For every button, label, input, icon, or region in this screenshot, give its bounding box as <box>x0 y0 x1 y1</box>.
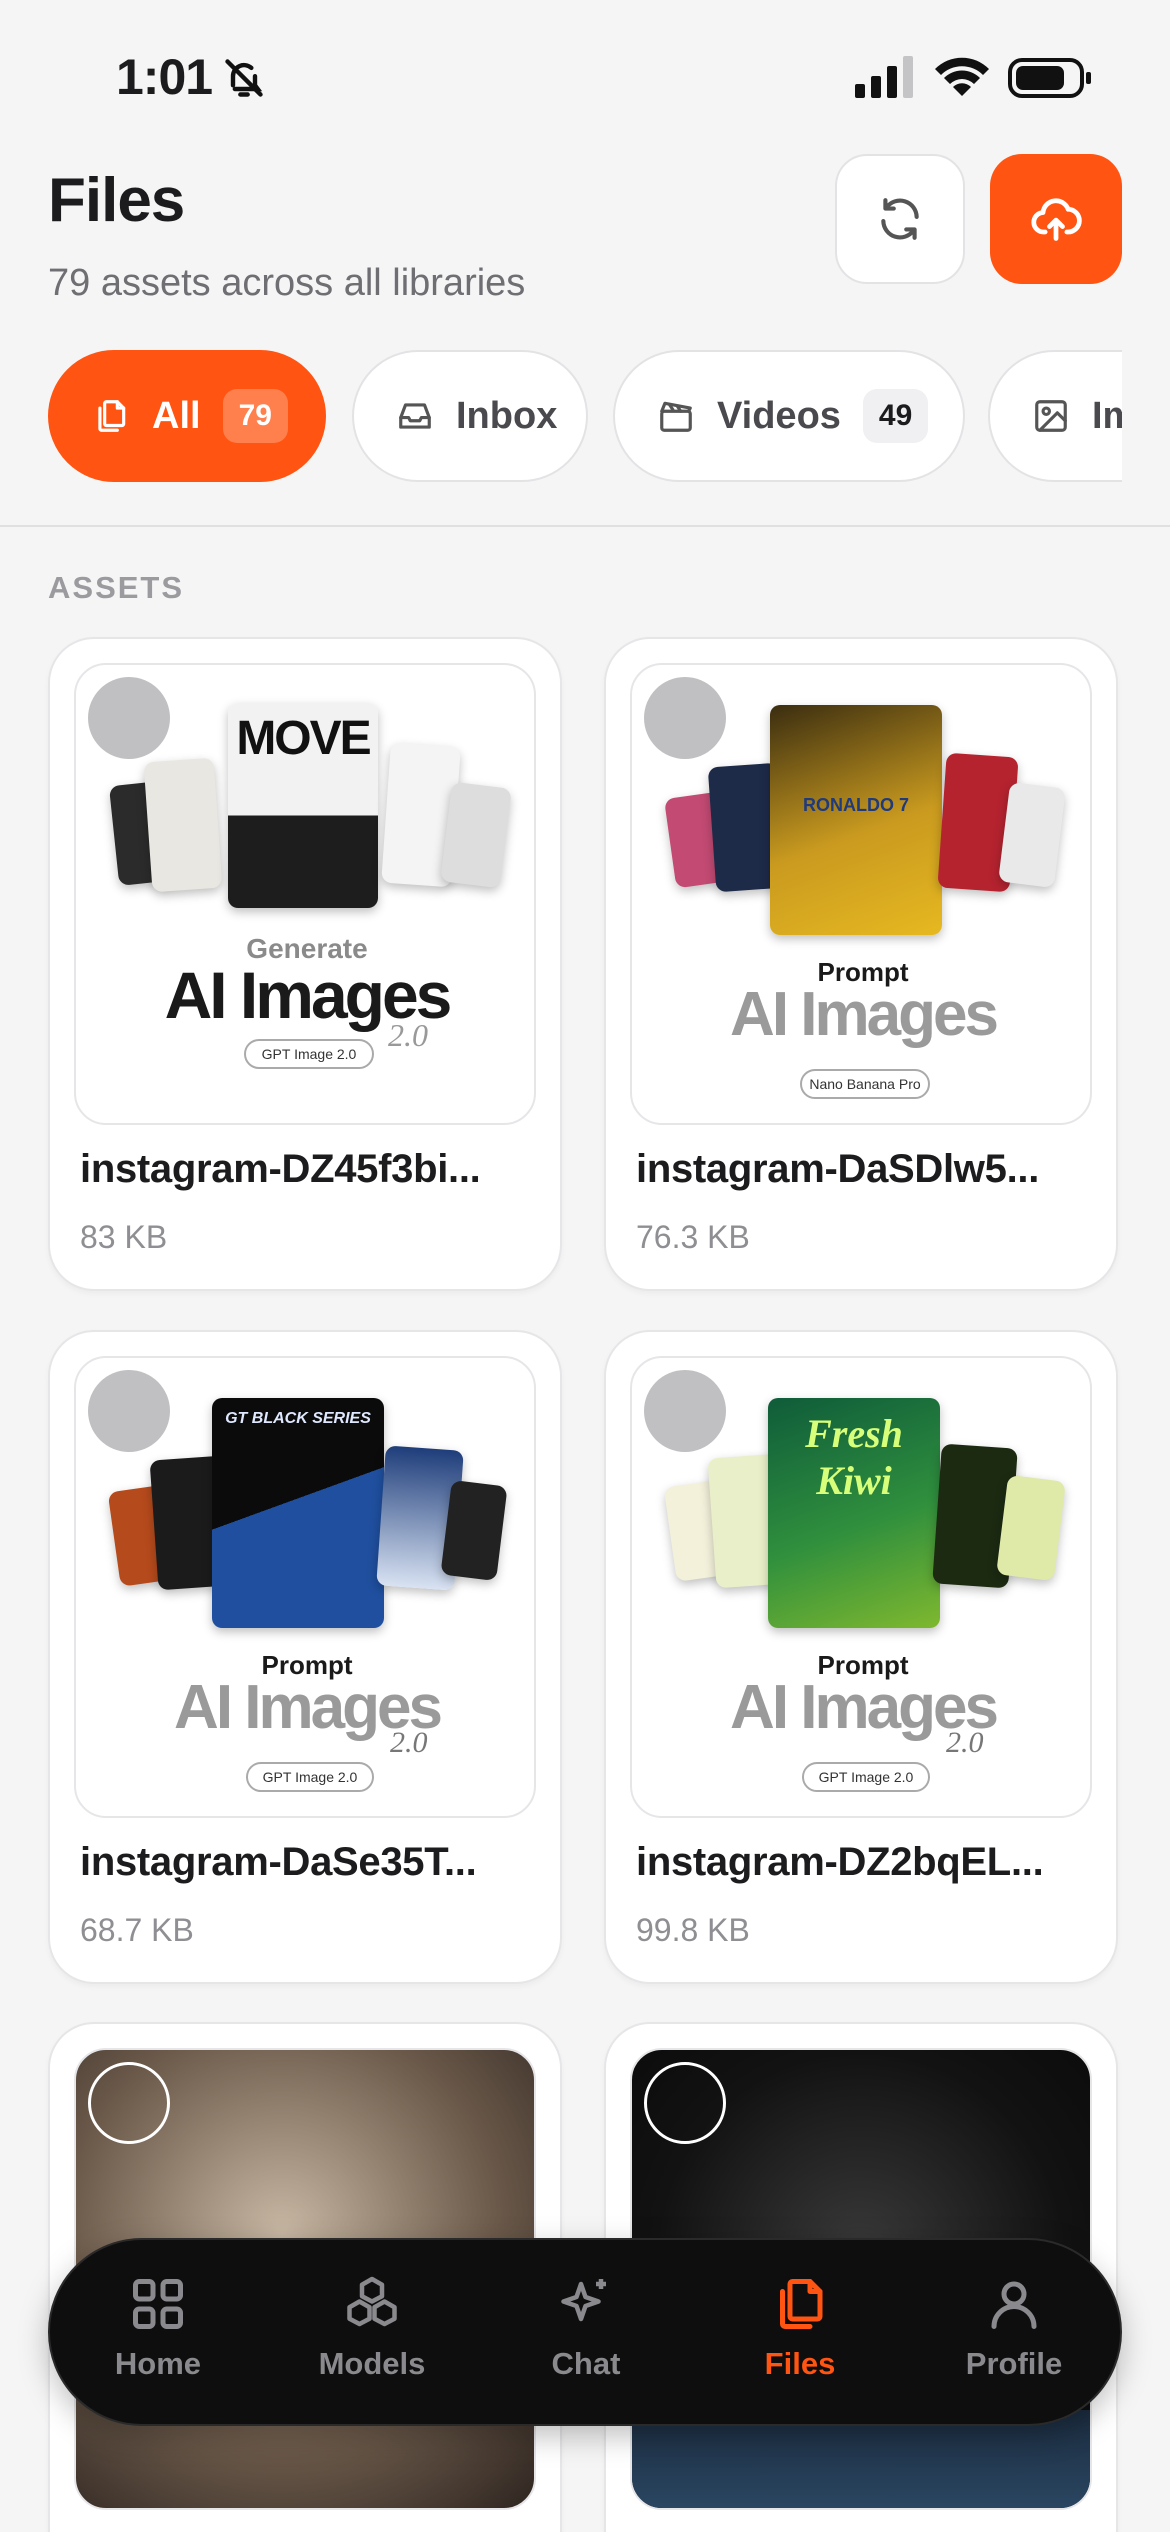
tab-files[interactable]: Files <box>700 2240 900 2428</box>
asset-card[interactable]: MOVE Generate AI Images 2.0 GPT Image 2.… <box>48 637 562 1291</box>
tab-label: Files <box>764 2346 836 2381</box>
filter-chip-label: All <box>152 394 201 437</box>
section-label: ASSETS <box>48 570 185 605</box>
asset-card[interactable]: GT BLACK SERIES Prompt AI Images 2.0 GPT… <box>48 1330 562 1984</box>
tab-label: Profile <box>965 2346 1063 2381</box>
cover-text: GT BLACK SERIES <box>225 1410 371 1427</box>
filter-chip-videos[interactable]: Videos 49 <box>613 350 965 482</box>
tab-chat[interactable]: Chat <box>486 2240 686 2428</box>
tab-profile[interactable]: Profile <box>914 2240 1114 2428</box>
asset-size: 83 KB <box>80 1219 168 1255</box>
filter-chips: All 79 Inbox Videos 49 Im <box>48 350 1122 482</box>
status-bar: 1:01 <box>0 0 1170 150</box>
filter-chip-all[interactable]: All 79 <box>48 350 326 482</box>
promo-text-main: AI Images <box>730 980 999 1049</box>
cubes-icon <box>347 2276 397 2327</box>
copy-icon <box>98 400 126 432</box>
asset-thumbnail: RONALDO 7 Prompt AI Images Nano Banana P… <box>630 663 1092 1125</box>
asset-size: 76.3 KB <box>636 1219 750 1255</box>
asset-thumbnail: GT BLACK SERIES Prompt AI Images 2.0 GPT… <box>74 1356 536 1818</box>
filter-chip-count: 79 <box>222 389 288 443</box>
asset-size: 68.7 KB <box>80 1912 194 1948</box>
asset-thumbnail: Fresh Kiwi Prompt AI Images 2.0 GPT Imag… <box>630 1356 1092 1818</box>
tab-label: Chat <box>551 2346 621 2381</box>
filter-chip-label: Videos <box>717 394 841 437</box>
bell-muted-icon <box>225 59 263 97</box>
user-icon <box>991 2281 1037 2329</box>
tab-label: Home <box>114 2346 202 2381</box>
divider <box>0 525 1170 527</box>
files-icon <box>780 2279 823 2329</box>
select-checkbox[interactable] <box>644 1370 726 1452</box>
asset-name: instagram-DaSe35T... <box>80 1840 477 1884</box>
tab-models[interactable]: Models <box>272 2240 472 2428</box>
grid-icon <box>133 2279 183 2329</box>
filter-chip-label: Im <box>1092 394 1122 437</box>
status-time: 1:01 <box>116 49 213 105</box>
asset-card[interactable]: Fresh Kiwi Prompt AI Images 2.0 GPT Imag… <box>604 1330 1118 1984</box>
promo-version: 2.0 <box>946 1726 984 1759</box>
cover-text: Fresh Kiwi <box>805 1411 903 1503</box>
select-checkbox[interactable] <box>88 2062 170 2144</box>
promo-pill: GPT Image 2.0 <box>244 1039 374 1069</box>
asset-size: 99.8 KB <box>636 1912 750 1948</box>
asset-name: instagram-DZ2bqEL... <box>636 1840 1044 1884</box>
promo-text-main: AI Images <box>174 1673 443 1742</box>
cover-text: MOVE <box>236 712 371 765</box>
promo-version: 2.0 <box>388 1017 428 1053</box>
promo-pill: Nano Banana Pro <box>800 1069 930 1099</box>
inbox-icon <box>399 403 431 429</box>
promo-text-main: AI Images <box>730 1673 999 1742</box>
select-checkbox[interactable] <box>88 677 170 759</box>
clapperboard-icon <box>660 401 692 432</box>
filter-chip-label: Inbox <box>456 394 558 437</box>
asset-name: instagram-DaSDlw5... <box>636 1147 1040 1191</box>
promo-version: 2.0 <box>390 1726 428 1759</box>
upload-button[interactable] <box>990 154 1122 284</box>
battery-icon <box>1008 58 1091 98</box>
page-title: Files <box>48 166 185 235</box>
wifi-icon <box>935 57 989 96</box>
select-checkbox[interactable] <box>644 677 726 759</box>
cellular-signal-icon <box>855 56 913 98</box>
filter-chip-count: 49 <box>862 389 929 443</box>
tab-label: Models <box>318 2346 426 2381</box>
cloud-upload-icon <box>1031 198 1082 241</box>
asset-name: instagram-DZ45f3bi... <box>80 1147 481 1191</box>
sparkle-icon <box>561 2279 606 2322</box>
refresh-button[interactable] <box>835 154 965 284</box>
promo-pill: GPT Image 2.0 <box>246 1762 374 1792</box>
filter-chip-images[interactable]: Im <box>988 350 1122 482</box>
image-icon <box>1035 400 1067 432</box>
page-subtitle: 79 assets across all libraries <box>48 262 526 304</box>
tab-home[interactable]: Home <box>58 2240 258 2428</box>
filter-chip-inbox[interactable]: Inbox <box>352 350 588 482</box>
asset-thumbnail: MOVE Generate AI Images 2.0 GPT Image 2.… <box>74 663 536 1125</box>
asset-card[interactable]: RONALDO 7 Prompt AI Images Nano Banana P… <box>604 637 1118 1291</box>
select-checkbox[interactable] <box>88 1370 170 1452</box>
tab-bar: Home Models Chat Files Profile <box>48 2238 1122 2426</box>
cover-text: RONALDO 7 <box>802 795 909 815</box>
promo-pill: GPT Image 2.0 <box>802 1762 930 1792</box>
select-checkbox[interactable] <box>644 2062 726 2144</box>
refresh-icon <box>881 198 919 240</box>
promo-text-main: AI Images <box>164 958 453 1032</box>
